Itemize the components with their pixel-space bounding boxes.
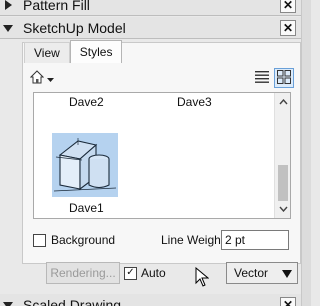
mouse-cursor-icon: [195, 266, 210, 287]
tab-styles[interactable]: Styles: [69, 40, 123, 63]
line-weight-label: Line Weight: [161, 233, 225, 247]
tray-header-scaled-drawing[interactable]: Scaled Drawing ✕: [0, 294, 301, 306]
auto-checkbox[interactable]: ✓: [124, 266, 137, 280]
style-item-dave1[interactable]: Dave1: [69, 201, 104, 215]
style-item-dave3[interactable]: Dave3: [177, 95, 212, 109]
list-view-icon: [255, 70, 269, 86]
tab-bar: View Styles: [24, 40, 123, 64]
line-weight-input[interactable]: [221, 230, 289, 250]
thumbnail-view-icon: [277, 69, 291, 87]
tray-title: SketchUp Model: [23, 19, 126, 36]
render-mode-value: Vector: [234, 266, 269, 280]
tray-title: Scaled Drawing: [23, 296, 122, 306]
background-checkbox[interactable]: [33, 233, 46, 247]
styles-toolbar: [29, 68, 294, 90]
tray-scrollbar[interactable]: [301, 0, 311, 306]
style-thumbnail-dave1[interactable]: [52, 133, 118, 197]
render-row: Rendering... ✓ Auto Vector: [46, 262, 298, 284]
tray-header-pattern-fill[interactable]: Pattern Fill ✕: [0, 0, 301, 16]
render-mode-select[interactable]: Vector: [226, 262, 298, 284]
list-view-button[interactable]: [252, 68, 272, 88]
tray-header-sketchup-model[interactable]: SketchUp Model ✕: [0, 17, 301, 39]
scrollbar-thumb[interactable]: [278, 165, 288, 201]
expand-triangle-icon: [2, 299, 14, 306]
background-label: Background: [51, 233, 116, 247]
home-icon: [29, 70, 45, 87]
gallery-scrollbar[interactable]: [274, 93, 290, 218]
close-icon[interactable]: ✕: [280, 296, 296, 306]
tab-view[interactable]: View: [24, 42, 70, 63]
close-icon[interactable]: ✕: [280, 19, 296, 36]
home-style-button[interactable]: [29, 70, 54, 87]
scroll-down-icon[interactable]: [275, 202, 290, 216]
tray-title: Pattern Fill: [23, 0, 90, 13]
auto-toggle[interactable]: ✓ Auto: [124, 266, 166, 280]
collapse-triangle-icon: [2, 0, 14, 11]
auto-label: Auto: [141, 266, 166, 280]
close-icon[interactable]: ✕: [280, 0, 296, 13]
dropdown-arrow-icon: [282, 268, 292, 282]
scroll-up-icon[interactable]: [275, 95, 290, 109]
thumbnail-view-button[interactable]: [274, 68, 294, 88]
chevron-down-icon: [47, 72, 54, 86]
style-item-dave2[interactable]: Dave2: [69, 95, 104, 109]
rendering-button[interactable]: Rendering...: [46, 262, 120, 284]
styles-gallery: Dave2 Dave3 Dave1: [33, 92, 291, 219]
edge-settings-row: Background Line Weight: [33, 230, 291, 250]
expand-triangle-icon: [2, 22, 14, 34]
